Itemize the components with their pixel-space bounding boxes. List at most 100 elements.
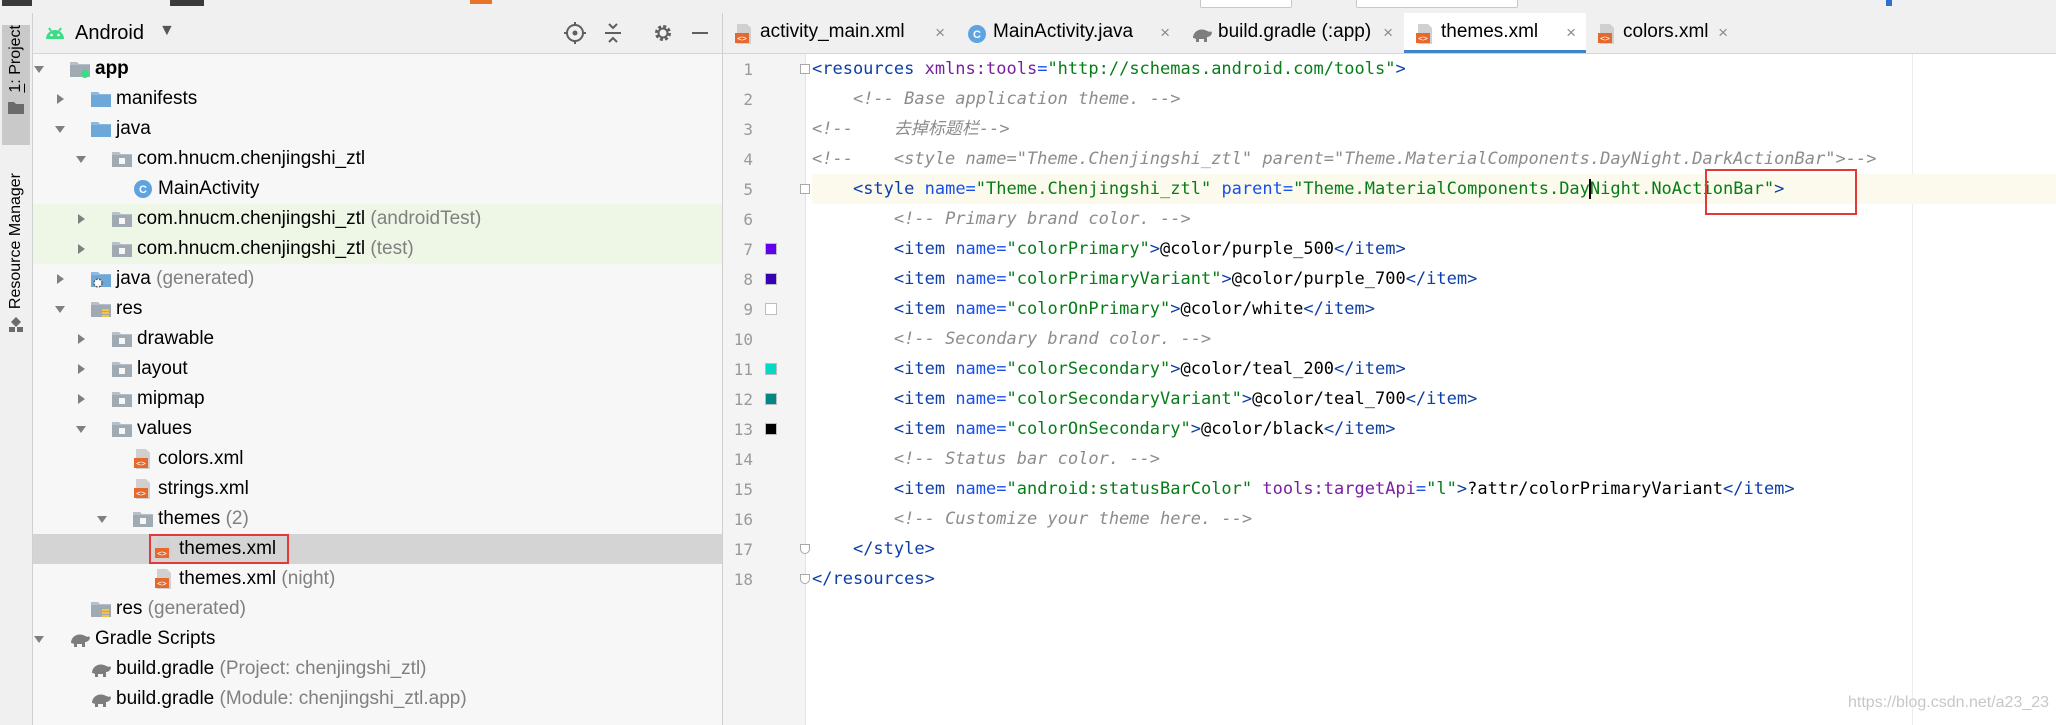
code-token: "android:statusBarColor" — [1006, 479, 1263, 499]
chevron-right-icon[interactable] — [75, 362, 87, 374]
toolbar-fragment — [1356, 0, 1518, 8]
code-line[interactable]: <!-- Primary brand color. --> — [812, 204, 2056, 234]
code-line[interactable]: <item name="colorOnPrimary">@color/white… — [812, 294, 2056, 324]
tree-item[interactable]: C MainActivity — [33, 174, 722, 204]
tree-item[interactable]: <> strings.xml — [33, 474, 722, 504]
editor-tab[interactable]: <> colors.xml × — [1586, 13, 1738, 53]
gradle-icon — [69, 628, 91, 650]
code-line[interactable]: <item name="colorPrimary">@color/purple_… — [812, 234, 2056, 264]
tree-item-suffix: (2) — [220, 508, 249, 529]
tree-item[interactable]: build.gradle (Project: chenjingshi_ztl) — [33, 654, 722, 684]
color-swatch-icon[interactable] — [765, 423, 777, 435]
chevron-right-icon[interactable] — [54, 92, 66, 104]
minimize-icon[interactable] — [688, 21, 712, 45]
code-line[interactable]: <!-- Base application theme. --> — [812, 84, 2056, 114]
code-line[interactable]: </resources> — [812, 564, 2056, 594]
tree-item[interactable]: res — [33, 294, 722, 324]
tree-item[interactable]: <> colors.xml — [33, 444, 722, 474]
fold-marker-icon[interactable] — [800, 574, 810, 584]
code-line[interactable]: <!-- Customize your theme here. --> — [812, 504, 2056, 534]
tree-item[interactable]: values — [33, 414, 722, 444]
color-swatch-icon[interactable] — [765, 393, 777, 405]
close-icon[interactable]: × — [1566, 23, 1576, 43]
editor-tab[interactable]: <> themes.xml × — [1404, 13, 1586, 53]
tree-item[interactable]: drawable — [33, 324, 722, 354]
project-tool-tab[interactable]: 1: Project — [2, 25, 30, 145]
color-swatch-icon[interactable] — [765, 273, 777, 285]
tree-item[interactable]: <> themes.xml — [33, 534, 722, 564]
collapse-all-icon[interactable] — [601, 21, 625, 45]
tree-item[interactable]: java (generated) — [33, 264, 722, 294]
code-token: tools:targetApi — [1262, 479, 1416, 499]
tree-item[interactable]: Gradle Scripts — [33, 624, 722, 654]
code-token: <!-- Primary brand color. --> — [893, 209, 1191, 229]
chevron-right-icon[interactable] — [75, 212, 87, 224]
editor-tab[interactable]: build.gradle (:app) × — [1181, 13, 1403, 53]
tree-item[interactable]: mipmap — [33, 384, 722, 414]
tree-item[interactable]: com.hnucm.chenjingshi_ztl — [33, 144, 722, 174]
editor-tab[interactable]: <> activity_main.xml × — [723, 13, 955, 53]
project-tool-label: 1: Project — [7, 25, 24, 93]
fold-marker-icon[interactable] — [800, 544, 810, 554]
fold-marker-icon[interactable] — [800, 64, 810, 74]
chevron-right-icon[interactable] — [54, 272, 66, 284]
close-icon[interactable]: × — [1383, 23, 1393, 43]
package-icon — [111, 238, 133, 260]
chevron-right-icon[interactable] — [75, 332, 87, 344]
chevron-down-icon[interactable] — [33, 632, 45, 644]
chevron-down-icon[interactable] — [33, 62, 45, 74]
tree-item[interactable]: com.hnucm.chenjingshi_ztl (test) — [33, 234, 722, 264]
tree-item[interactable]: manifests — [33, 84, 722, 114]
tree-item[interactable]: app — [33, 54, 722, 84]
toolbar-fragment — [1200, 0, 1292, 8]
close-icon[interactable]: × — [1718, 23, 1728, 43]
chevron-down-icon[interactable] — [75, 152, 87, 164]
chevron-down-icon[interactable] — [75, 422, 87, 434]
code-line[interactable]: <!-- Status bar color. --> — [812, 444, 2056, 474]
code-line[interactable]: <item name="colorSecondaryVariant">@colo… — [812, 384, 2056, 414]
project-view-selector[interactable]: Android — [75, 22, 144, 45]
annotation-box-noactionbar — [1705, 169, 1857, 215]
editor-tab-label: MainActivity.java — [993, 21, 1134, 42]
code-line[interactable]: <!-- 去掉标题栏--> — [812, 114, 2056, 144]
code-line[interactable]: <!-- <style name="Theme.Chenjingshi_ztl"… — [812, 144, 2056, 174]
resource-manager-tool-tab[interactable]: Resource Manager — [2, 173, 30, 363]
class-icon: C — [132, 178, 154, 200]
tree-item-label: app — [95, 58, 129, 79]
code-line[interactable]: <resources xmlns:tools="http://schemas.a… — [812, 54, 2056, 84]
svg-text:<>: <> — [157, 579, 167, 588]
color-swatch-icon[interactable] — [765, 363, 777, 375]
color-swatch-icon[interactable] — [765, 303, 777, 315]
chevron-down-icon[interactable] — [54, 302, 66, 314]
tree-item[interactable]: build.gradle (Module: chenjingshi_ztl.ap… — [33, 684, 722, 714]
tree-item[interactable]: <> themes.xml (night) — [33, 564, 722, 594]
close-icon[interactable]: × — [1160, 23, 1170, 43]
close-icon[interactable]: × — [935, 23, 945, 43]
tree-item[interactable]: java — [33, 114, 722, 144]
code-line[interactable]: <item name="colorSecondary">@color/teal_… — [812, 354, 2056, 384]
chevron-down-icon[interactable] — [54, 122, 66, 134]
app-module-icon — [69, 58, 91, 80]
tree-item[interactable]: res (generated) — [33, 594, 722, 624]
code-line[interactable]: <!-- Secondary brand color. --> — [812, 324, 2056, 354]
fold-marker-icon[interactable] — [800, 184, 810, 194]
gear-icon[interactable] — [651, 21, 675, 45]
chevron-down-icon[interactable]: ▼ — [159, 22, 175, 40]
code-line[interactable]: <item name="colorOnSecondary">@color/bla… — [812, 414, 2056, 444]
code-line[interactable]: <item name="colorPrimaryVariant">@color/… — [812, 264, 2056, 294]
code-line[interactable]: <style name="Theme.Chenjingshi_ztl" pare… — [812, 174, 2056, 204]
code-line[interactable]: </style> — [812, 534, 2056, 564]
chevron-right-icon[interactable] — [75, 392, 87, 404]
tree-item[interactable]: layout — [33, 354, 722, 384]
chevron-down-icon[interactable] — [96, 512, 108, 524]
editor-tab[interactable]: C MainActivity.java × — [956, 13, 1180, 53]
code-line[interactable]: <item name="android:statusBarColor" tool… — [812, 474, 2056, 504]
code-token: name= — [955, 299, 1007, 319]
tree-item[interactable]: themes (2) — [33, 504, 722, 534]
target-icon[interactable] — [563, 21, 587, 45]
chevron-right-icon[interactable] — [75, 242, 87, 254]
tree-item[interactable]: com.hnucm.chenjingshi_ztl (androidTest) — [33, 204, 722, 234]
tool-window-strip: 1: Project Resource Manager — [0, 13, 33, 725]
line-number: 2 — [743, 90, 753, 109]
color-swatch-icon[interactable] — [765, 243, 777, 255]
